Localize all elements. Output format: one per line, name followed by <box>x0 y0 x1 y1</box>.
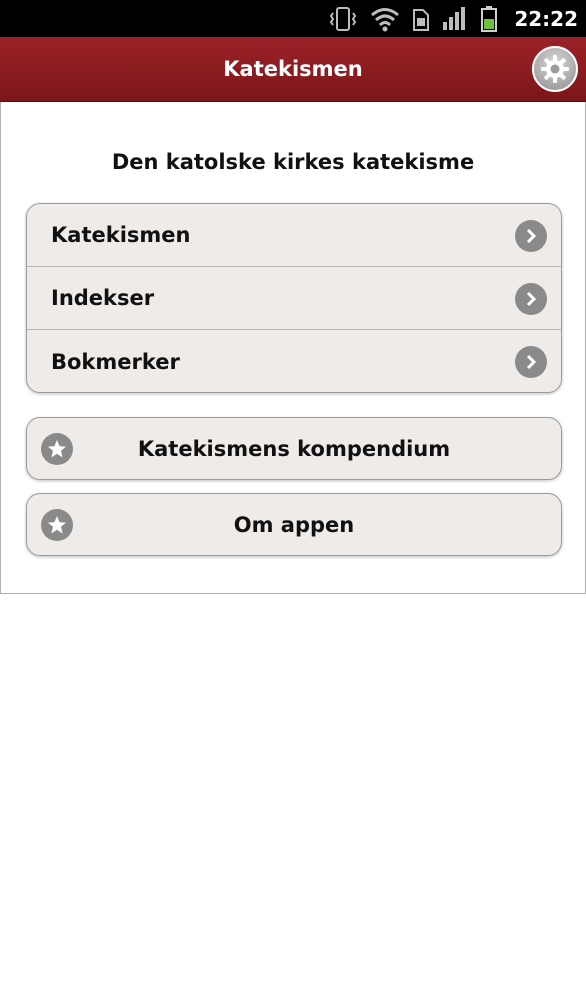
vibrate-icon <box>330 6 357 31</box>
om-appen-button[interactable]: Om appen <box>26 493 562 556</box>
wifi-icon <box>371 7 400 31</box>
gear-icon <box>541 55 569 83</box>
sim-icon <box>413 8 430 31</box>
app-bar: Katekismen <box>0 37 586 102</box>
menu-item-indekser[interactable]: Indekser <box>27 267 561 330</box>
signal-icon <box>443 6 466 30</box>
menu-item-label: Katekismen <box>51 223 191 247</box>
star-icon <box>41 509 73 541</box>
app-title: Katekismen <box>223 57 363 81</box>
status-clock: 22:22 <box>514 6 578 31</box>
kompendium-button[interactable]: Katekismens kompendium <box>26 417 562 480</box>
menu-item-label: Indekser <box>51 286 155 310</box>
settings-button[interactable] <box>532 46 578 92</box>
om-appen-button-label: Om appen <box>233 512 355 537</box>
kompendium-button-label: Katekismens kompendium <box>137 436 451 461</box>
chevron-right-icon <box>515 346 547 378</box>
menu-item-label: Bokmerker <box>51 349 180 374</box>
status-bar: 22:22 <box>0 0 586 37</box>
page-heading: Den katolske kirkes katekisme <box>111 150 475 174</box>
menu-item-bokmerker[interactable]: Bokmerker <box>27 330 561 392</box>
battery-icon <box>481 5 498 32</box>
menu-item-katekismen[interactable]: Katekismen <box>27 204 561 267</box>
chevron-right-icon <box>515 220 547 252</box>
main-content: Den katolske kirkes katekisme Katekismen… <box>0 102 586 594</box>
chevron-right-icon <box>515 283 547 315</box>
menu-list: Katekismen Indekser Bokmerker <box>26 203 562 393</box>
status-icons: 22:22 <box>316 0 578 37</box>
star-icon <box>41 433 73 465</box>
